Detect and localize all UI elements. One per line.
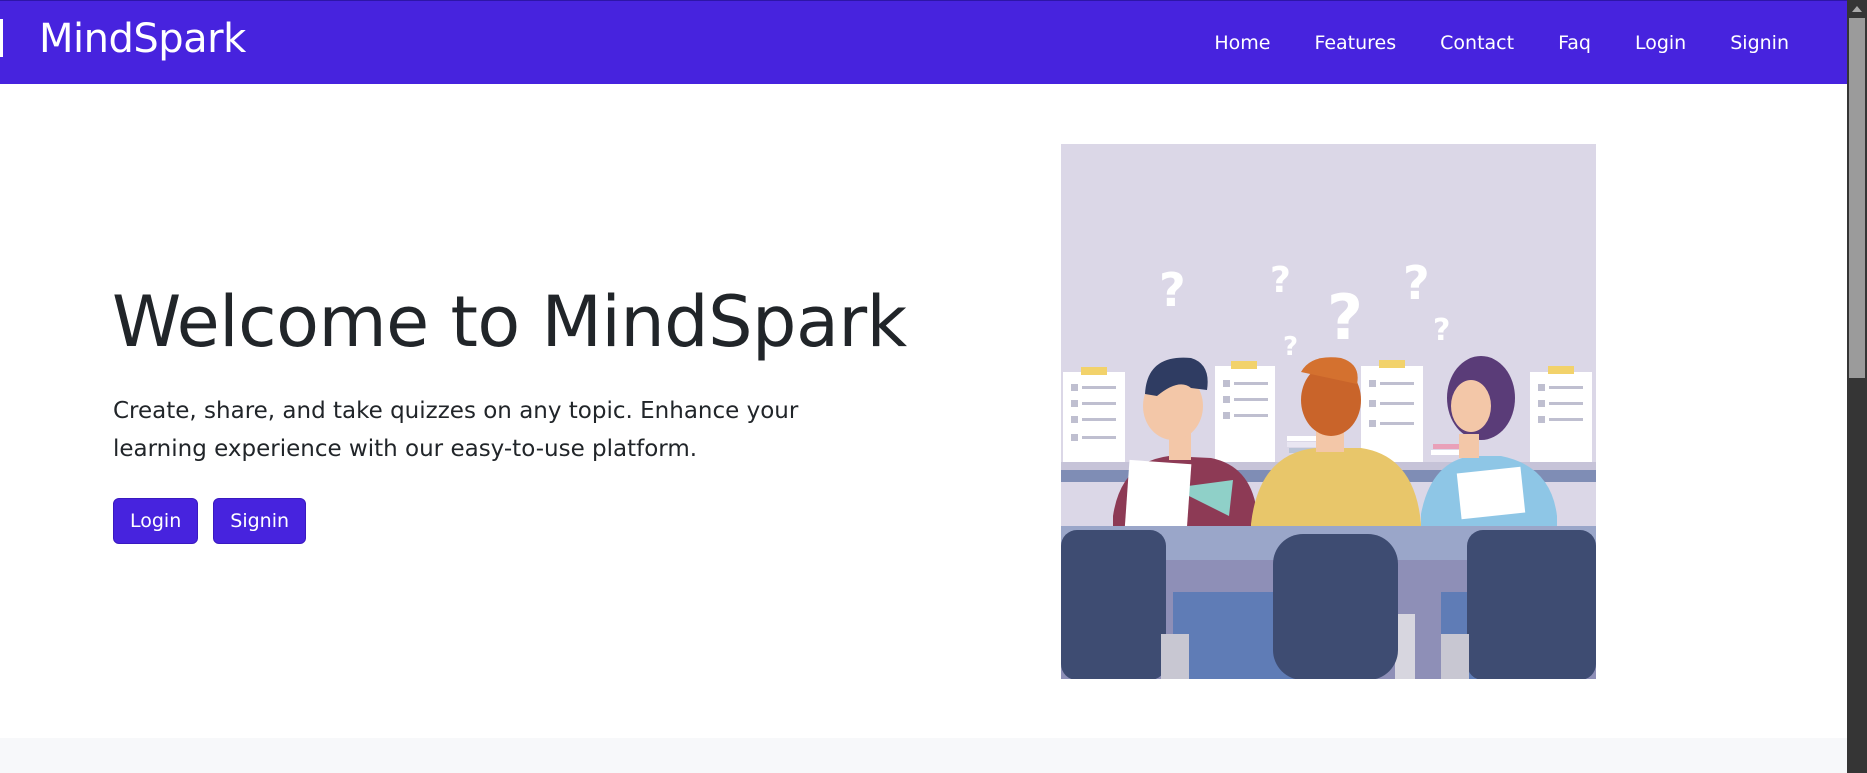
svg-text:?: ?: [1327, 281, 1363, 354]
login-button[interactable]: Login: [113, 498, 199, 544]
navbar: MindSpark Home Features Contact Faq Logi…: [0, 0, 1847, 84]
scroll-up-arrow-icon[interactable]: [1852, 6, 1862, 12]
nav-link-login[interactable]: Login: [1635, 29, 1686, 57]
signin-button[interactable]: Signin: [213, 498, 307, 544]
hero-buttons: Login Signin: [113, 498, 307, 544]
brand-logo[interactable]: MindSpark: [39, 15, 246, 63]
hero-illustration: ? ? ? ? ? ?: [1061, 144, 1596, 679]
nav-links: Home Features Contact Faq Login Signin: [1214, 29, 1789, 57]
svg-text:?: ?: [1433, 313, 1450, 348]
nav-link-faq[interactable]: Faq: [1558, 29, 1591, 57]
vertical-scrollbar[interactable]: [1847, 0, 1867, 773]
hero-description: Create, share, and take quizzes on any t…: [113, 398, 799, 462]
nav-link-signin[interactable]: Signin: [1730, 29, 1789, 57]
svg-text:?: ?: [1403, 256, 1430, 310]
next-section-band: [0, 738, 1847, 773]
svg-text:?: ?: [1283, 332, 1298, 362]
svg-text:?: ?: [1270, 260, 1291, 301]
svg-text:?: ?: [1159, 263, 1186, 317]
page: MindSpark Home Features Contact Faq Logi…: [0, 0, 1867, 773]
scrollbar-thumb[interactable]: [1849, 18, 1865, 378]
nav-link-contact[interactable]: Contact: [1440, 29, 1514, 57]
navbar-edge-marker: [0, 19, 3, 57]
hero-title: Welcome to MindSpark: [112, 281, 907, 363]
nav-link-features[interactable]: Features: [1314, 29, 1396, 57]
nav-link-home[interactable]: Home: [1214, 29, 1270, 57]
